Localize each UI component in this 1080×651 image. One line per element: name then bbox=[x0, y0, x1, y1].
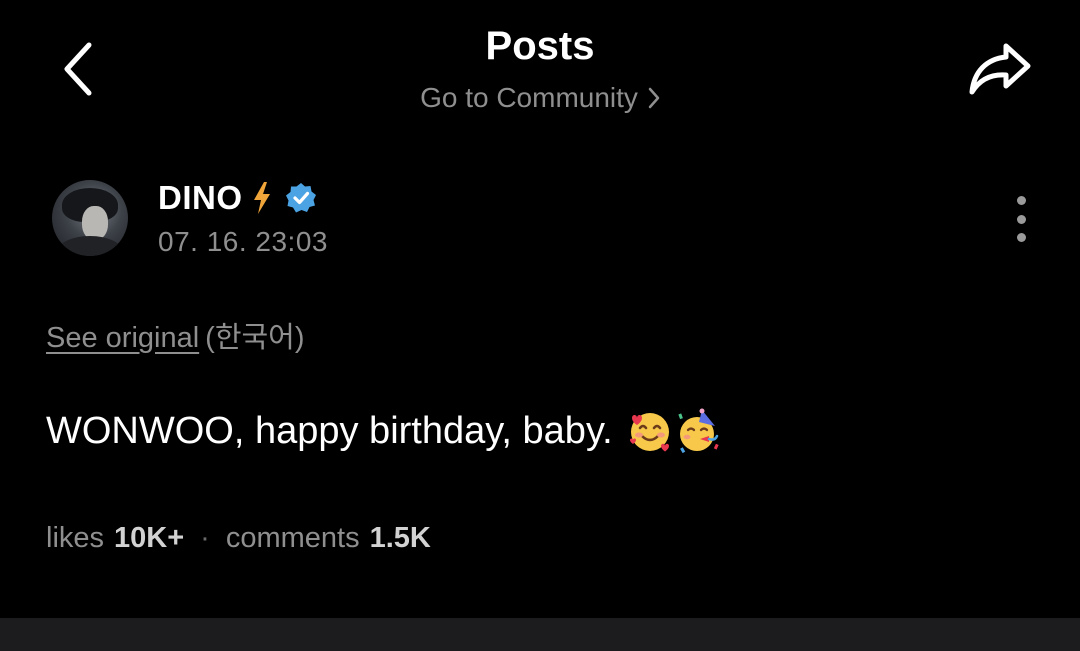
post-text: WONWOO, happy birthday, baby. bbox=[46, 409, 613, 452]
verified-badge-icon bbox=[285, 182, 317, 214]
go-to-community-link[interactable]: Go to Community bbox=[0, 82, 1080, 116]
lightning-bolt-icon bbox=[251, 181, 273, 215]
share-button[interactable] bbox=[962, 38, 1038, 100]
author-name[interactable]: DINO bbox=[158, 179, 243, 217]
likes-count[interactable]: 10K+ bbox=[114, 522, 184, 555]
partying-face-emoji bbox=[678, 408, 719, 454]
translation-notice: See original (한국어) bbox=[46, 314, 305, 356]
more-vertical-icon bbox=[1016, 196, 1026, 205]
smiling-face-with-hearts-emoji bbox=[629, 413, 669, 452]
page-title: Posts bbox=[485, 24, 595, 68]
post-content: WONWOO, happy birthday, baby. bbox=[46, 408, 721, 454]
post-stats: likes 10K+ · comments 1.5K bbox=[46, 522, 431, 555]
comments-count[interactable]: 1.5K bbox=[370, 522, 431, 555]
author-name-row: DINO bbox=[158, 178, 317, 218]
original-language: (한국어) bbox=[205, 322, 305, 354]
share-arrow-icon bbox=[969, 43, 1031, 95]
avatar[interactable] bbox=[52, 180, 128, 256]
see-original-link[interactable]: See original bbox=[46, 322, 199, 354]
top-app-bar: Posts Go to Community bbox=[0, 0, 1080, 140]
stats-separator: · bbox=[200, 522, 210, 554]
likes-label: likes bbox=[46, 522, 105, 554]
section-divider-bar bbox=[0, 618, 1080, 651]
more-options-button[interactable] bbox=[1002, 194, 1040, 244]
post-timestamp: 07. 16. 23:03 bbox=[158, 226, 328, 257]
community-link-label: Go to Community bbox=[420, 82, 638, 113]
post-author: DINO 07. 16. 23:03 bbox=[52, 178, 1032, 268]
comments-label: comments bbox=[225, 522, 360, 554]
chevron-right-icon bbox=[648, 84, 660, 116]
